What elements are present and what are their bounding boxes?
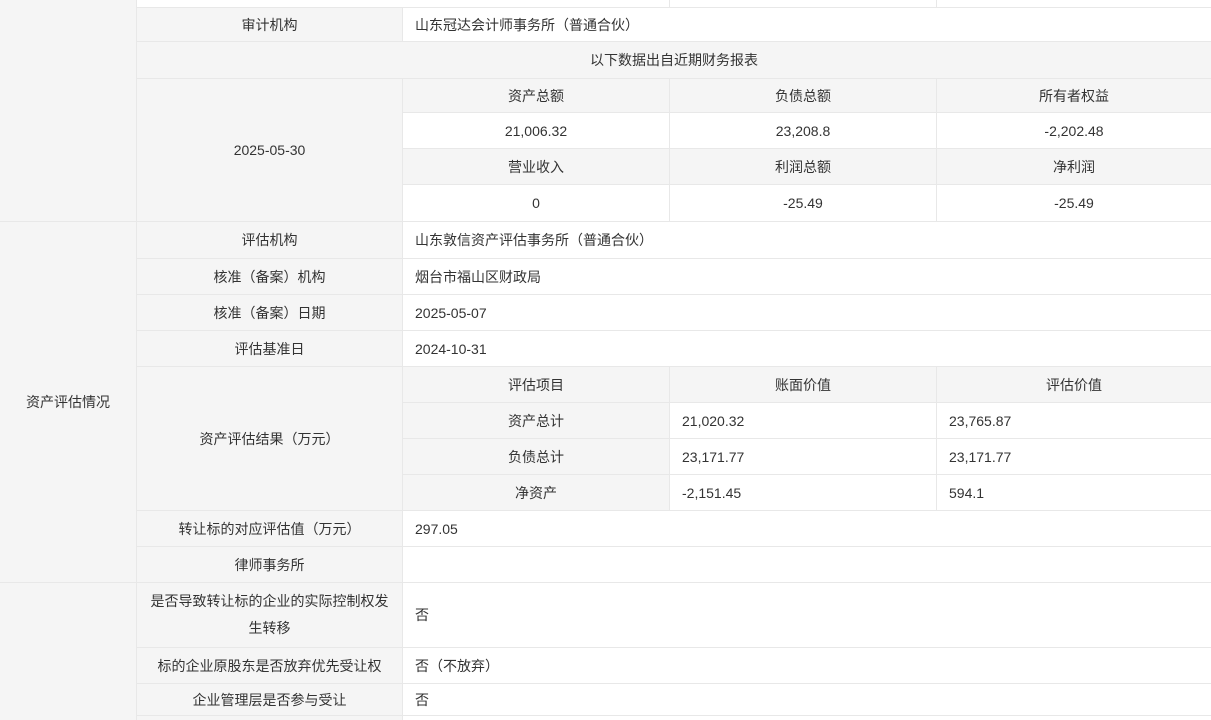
waive-right-value-cell: 否（不放弃）: [403, 648, 1211, 684]
section-asset-evaluation: 资产评估情况: [0, 222, 136, 583]
financial-header-cell: 营业收入: [403, 149, 670, 185]
partial-top-cell: [137, 0, 670, 8]
total-profit-value: -25.49: [670, 185, 937, 222]
eval-item-cell: 净资产: [403, 475, 670, 511]
financial-value-row-1: 21,006.32 23,208.8 -2,202.48: [403, 113, 1211, 149]
financial-header-cell: 所有者权益: [937, 79, 1211, 113]
law-firm-label-cell: 律师事务所: [137, 547, 403, 583]
waive-right-row: 标的企业原股东是否放弃优先受让权 否（不放弃）: [137, 648, 1211, 684]
eval-item-cell: 资产总计: [403, 403, 670, 439]
financial-header-row-2: 营业收入 利润总额 净利润: [403, 149, 1211, 185]
partial-bottom-row: [137, 716, 1211, 720]
financial-header-cell: 资产总额: [403, 79, 670, 113]
eval-value-cell: 23,765.87: [937, 403, 1211, 439]
eval-net-assets-row: 净资产 -2,151.45 594.1: [403, 475, 1211, 511]
total-assets-value: 21,006.32: [403, 113, 670, 149]
control-transfer-value-cell: 否: [403, 583, 1211, 648]
eval-result-header-row: 评估项目 账面价值 评估价值: [403, 367, 1211, 403]
section-above-spacer: [0, 0, 136, 222]
financial-note-row: 以下数据出自近期财务报表: [137, 42, 1211, 79]
section-asset-evaluation-label: 资产评估情况: [26, 392, 110, 412]
management-row: 企业管理层是否参与受让 否: [137, 684, 1211, 716]
waive-right-label-cell: 标的企业原股东是否放弃优先受让权: [137, 648, 403, 684]
book-value-cell: -2,151.45: [670, 475, 937, 511]
section-column: 资产评估情况: [0, 0, 137, 720]
audit-value-cell: 山东冠达会计师事务所（普通合伙）: [403, 8, 1211, 42]
approval-date-label-cell: 核准（备案）日期: [137, 295, 403, 331]
eval-header-cell: 账面价值: [670, 367, 937, 403]
financial-table: 资产总额 负债总额 所有者权益 21,006.32 23,208.8 -2,20…: [403, 79, 1211, 222]
section-below-spacer: [0, 583, 136, 720]
eval-result-table: 评估项目 账面价值 评估价值 资产总计 21,020.32 23,765.87 …: [403, 367, 1211, 511]
law-firm-row: 律师事务所: [137, 547, 1211, 583]
listing-detail-table: 资产评估情况 审计机构 山东冠达会计师事务所（普通合伙） 以下数据出自近期财务报…: [0, 0, 1211, 720]
partial-bottom-cell: [403, 716, 1211, 720]
base-date-value-cell: 2024-10-31: [403, 331, 1211, 367]
audit-label-cell: 审计机构: [137, 8, 403, 42]
eval-header-cell: 评估价值: [937, 367, 1211, 403]
management-value-cell: 否: [403, 684, 1211, 716]
partial-top-cell: [937, 0, 1211, 8]
eval-org-row: 评估机构 山东敦信资产评估事务所（普通合伙）: [137, 222, 1211, 259]
control-transfer-label-cell: 是否导致转让标的企业的实际控制权发生转移: [137, 583, 403, 648]
control-transfer-row: 是否导致转让标的企业的实际控制权发生转移 否: [137, 583, 1211, 648]
management-label-cell: 企业管理层是否参与受让: [137, 684, 403, 716]
detail-rows: 审计机构 山东冠达会计师事务所（普通合伙） 以下数据出自近期财务报表 2025-…: [137, 0, 1211, 720]
financial-header-cell: 净利润: [937, 149, 1211, 185]
eval-result-block: 资产评估结果（万元） 评估项目 账面价值 评估价值 资产总计 21,020.32…: [137, 367, 1211, 511]
law-firm-value-cell: [403, 547, 1211, 583]
partial-top-row: [137, 0, 1211, 8]
approval-org-value-cell: 烟台市福山区财政局: [403, 259, 1211, 295]
eval-item-cell: 负债总计: [403, 439, 670, 475]
partial-top-cell: [670, 0, 937, 8]
book-value-cell: 23,171.77: [670, 439, 937, 475]
approval-date-row: 核准（备案）日期 2025-05-07: [137, 295, 1211, 331]
net-profit-value: -25.49: [937, 185, 1211, 222]
base-date-label-cell: 评估基准日: [137, 331, 403, 367]
financial-date-cell: 2025-05-30: [137, 79, 403, 222]
eval-assets-row: 资产总计 21,020.32 23,765.87: [403, 403, 1211, 439]
audit-row: 审计机构 山东冠达会计师事务所（普通合伙）: [137, 8, 1211, 42]
financial-note-cell: 以下数据出自近期财务报表: [137, 42, 1211, 79]
financial-value-row-2: 0 -25.49 -25.49: [403, 185, 1211, 222]
transfer-eval-value-cell: 297.05: [403, 511, 1211, 547]
financial-block: 2025-05-30 资产总额 负债总额 所有者权益 21,006.32 23,…: [137, 79, 1211, 222]
revenue-value: 0: [403, 185, 670, 222]
owners-equity-value: -2,202.48: [937, 113, 1211, 149]
eval-liabilities-row: 负债总计 23,171.77 23,171.77: [403, 439, 1211, 475]
eval-header-cell: 评估项目: [403, 367, 670, 403]
approval-date-value-cell: 2025-05-07: [403, 295, 1211, 331]
eval-value-cell: 594.1: [937, 475, 1211, 511]
financial-header-row-1: 资产总额 负债总额 所有者权益: [403, 79, 1211, 113]
book-value-cell: 21,020.32: [670, 403, 937, 439]
financial-header-cell: 利润总额: [670, 149, 937, 185]
eval-result-label-cell: 资产评估结果（万元）: [137, 367, 403, 511]
eval-org-label-cell: 评估机构: [137, 222, 403, 259]
approval-org-label-cell: 核准（备案）机构: [137, 259, 403, 295]
financial-header-cell: 负债总额: [670, 79, 937, 113]
partial-bottom-cell: [137, 716, 403, 720]
transfer-eval-row: 转让标的对应评估值（万元） 297.05: [137, 511, 1211, 547]
eval-value-cell: 23,171.77: [937, 439, 1211, 475]
approval-org-row: 核准（备案）机构 烟台市福山区财政局: [137, 259, 1211, 295]
transfer-eval-label-cell: 转让标的对应评估值（万元）: [137, 511, 403, 547]
base-date-row: 评估基准日 2024-10-31: [137, 331, 1211, 367]
total-liabilities-value: 23,208.8: [670, 113, 937, 149]
eval-org-value-cell: 山东敦信资产评估事务所（普通合伙）: [403, 222, 1211, 259]
